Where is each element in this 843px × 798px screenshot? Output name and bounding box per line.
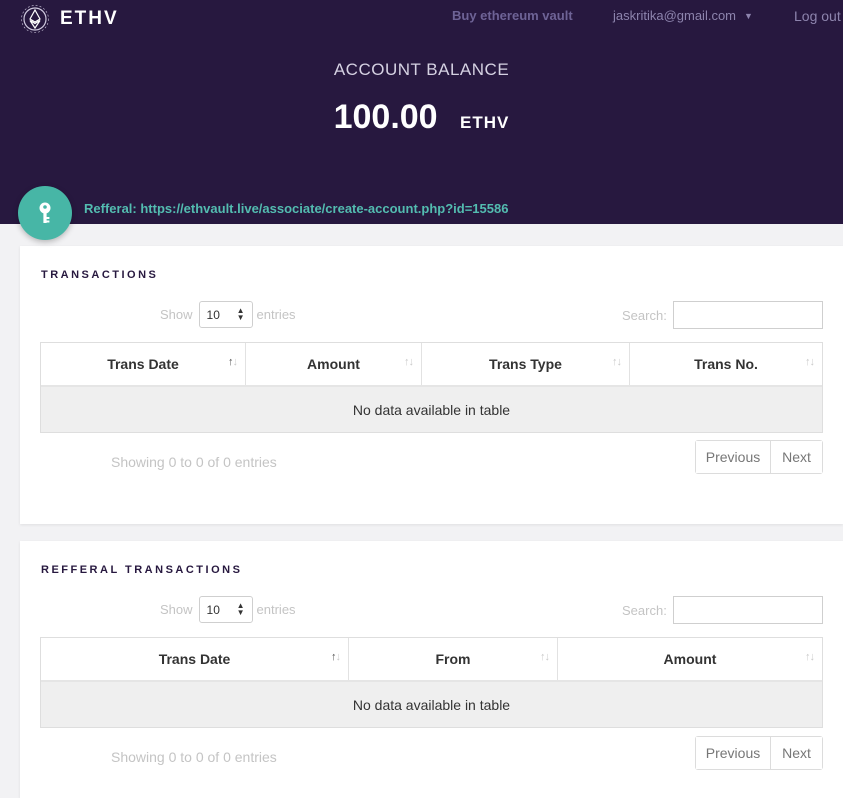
column-header-trans-date[interactable]: Trans Date ↑↓ [41, 343, 246, 385]
search-input[interactable] [672, 301, 823, 329]
show-label: Show [160, 602, 193, 617]
balance-amount: 100.00 [333, 98, 438, 136]
table-info: Showing 0 to 0 of 0 entries [111, 454, 277, 470]
search-control: Search: [622, 596, 823, 624]
referral-transactions-title: REFFERAL TRANSACTIONS [41, 564, 243, 576]
table-info: Showing 0 to 0 of 0 entries [111, 749, 277, 765]
show-label: Show [160, 307, 193, 322]
search-label: Search: [622, 602, 667, 618]
sort-arrows-icon: ↑↓ [404, 356, 414, 368]
entries-select-value: 10 [206, 307, 220, 322]
column-header-from[interactable]: From ↑↓ [349, 638, 558, 680]
empty-table-message: No data available in table [41, 387, 822, 432]
pagination: Previous Next [695, 736, 823, 770]
column-header-amount[interactable]: Amount ↑↓ [246, 343, 422, 385]
column-header-trans-date[interactable]: Trans Date ↑↓ [41, 638, 349, 680]
transactions-table: Trans Date ↑↓ Amount ↑↓ Trans Type ↑↓ Tr… [40, 342, 823, 433]
header-banner: ETHV Buy ethereum vault jaskritika@gmail… [0, 0, 843, 224]
entries-length-control: Show 10 ▲ ▼ entries [160, 301, 296, 328]
transactions-title: TRANSACTIONS [41, 269, 159, 281]
user-email: jaskritika@gmail.com [613, 8, 736, 23]
balance-display: 100.00 ETHV [0, 98, 843, 137]
empty-table-message: No data available in table [41, 682, 822, 727]
table-header: Trans Date ↑↓ Amount ↑↓ Trans Type ↑↓ Tr… [41, 343, 822, 387]
ethereum-logo-icon [21, 5, 49, 33]
column-header-amount[interactable]: Amount ↑↓ [558, 638, 822, 680]
previous-page-button[interactable]: Previous [696, 441, 771, 473]
entries-select-value: 10 [206, 602, 220, 617]
column-header-trans-type[interactable]: Trans Type ↑↓ [422, 343, 630, 385]
referral-transactions-table: Trans Date ↑↓ From ↑↓ Amount ↑↓ No data … [40, 637, 823, 728]
sort-arrows-icon: ↑↓ [228, 356, 238, 368]
key-icon [39, 202, 51, 223]
buy-vault-link[interactable]: Buy ethereum vault [452, 8, 573, 23]
balance-label: ACCOUNT BALANCE [333, 60, 510, 79]
logout-link[interactable]: Log out [794, 8, 841, 24]
next-page-button[interactable]: Next [771, 737, 822, 769]
user-menu[interactable]: jaskritika@gmail.com ▼ [613, 8, 753, 23]
referral-link[interactable]: Refferal: https://ethvault.live/associat… [84, 201, 508, 216]
brand-name: ETHV [60, 8, 119, 29]
entries-select[interactable]: 10 ▲ ▼ [198, 596, 253, 623]
search-input[interactable] [672, 596, 823, 624]
caret-down-icon: ▼ [744, 10, 753, 21]
sort-arrows-icon: ↑↓ [612, 356, 622, 368]
select-arrows-icon: ▲ ▼ [236, 601, 245, 617]
sort-arrows-icon: ↑↓ [805, 356, 815, 368]
entries-select[interactable]: 10 ▲ ▼ [198, 301, 253, 328]
referral-key-badge [18, 186, 72, 240]
search-label: Search: [622, 307, 667, 323]
search-control: Search: [622, 301, 823, 329]
sort-arrows-icon: ↑↓ [331, 651, 341, 663]
column-header-trans-no[interactable]: Trans No. ↑↓ [630, 343, 822, 385]
referral-transactions-card: REFFERAL TRANSACTIONS Show 10 ▲ ▼ entries… [20, 541, 843, 798]
transactions-card: TRANSACTIONS Show 10 ▲ ▼ entries Search: … [20, 246, 843, 524]
previous-page-button[interactable]: Previous [696, 737, 771, 769]
sort-arrows-icon: ↑↓ [540, 651, 550, 663]
select-arrows-icon: ▲ ▼ [236, 306, 245, 322]
balance-unit: ETHV [460, 113, 510, 132]
table-header: Trans Date ↑↓ From ↑↓ Amount ↑↓ [41, 638, 822, 682]
pagination: Previous Next [695, 440, 823, 474]
sort-arrows-icon: ↑↓ [805, 651, 815, 663]
entries-label: entries [256, 602, 296, 617]
entries-label: entries [256, 307, 296, 322]
next-page-button[interactable]: Next [771, 441, 822, 473]
entries-length-control: Show 10 ▲ ▼ entries [160, 596, 296, 623]
brand-logo[interactable]: ETHV [20, 4, 119, 34]
